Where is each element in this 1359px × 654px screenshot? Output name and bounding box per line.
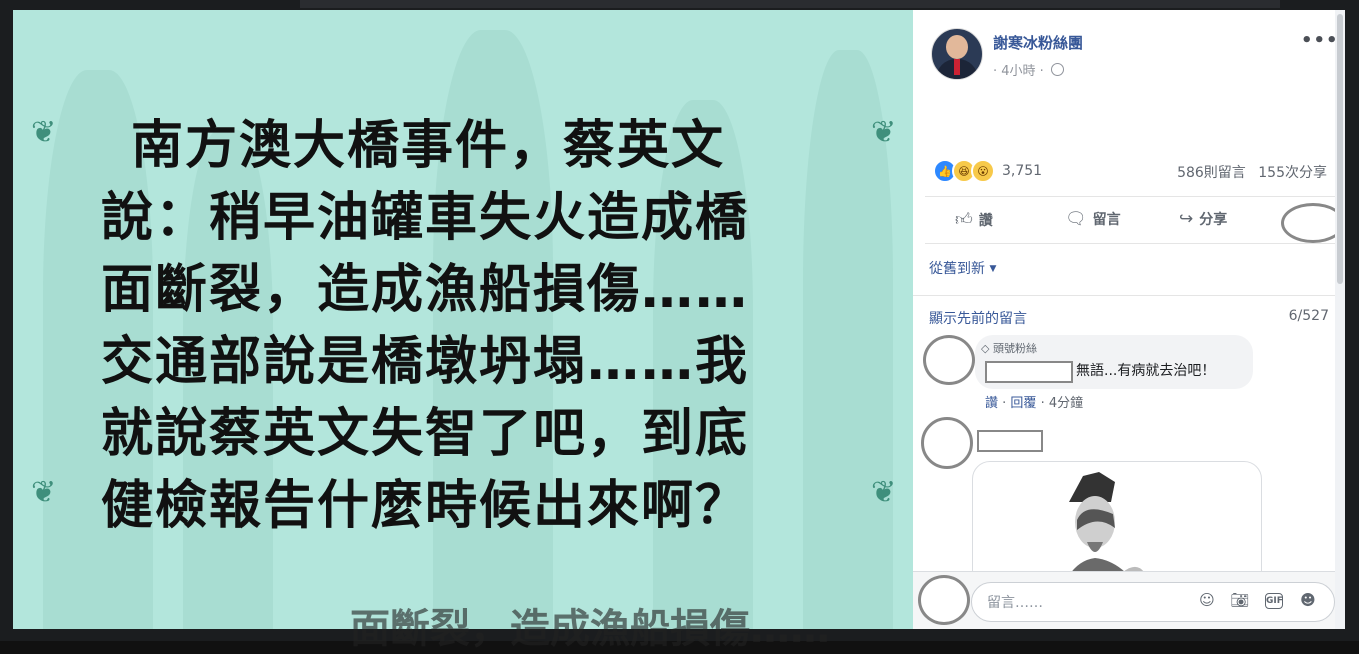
diamond-icon: ◇ — [981, 342, 990, 355]
photo-caption-line: 南方澳大橋事件，蔡英文 — [131, 116, 726, 176]
commenter-avatar[interactable] — [923, 335, 975, 385]
top-fan-badge: ◇ 頭號粉絲 — [981, 340, 1037, 356]
comment-actions: 讚 · 回覆 · 4分鐘 — [985, 396, 1084, 411]
more-options-button[interactable]: ••• — [1301, 30, 1339, 51]
shares-count-link[interactable]: 155次分享 — [1258, 165, 1327, 181]
avatar-tie — [954, 59, 960, 75]
leaf-logo-icon: ❦ — [31, 115, 57, 150]
reaction-summary[interactable]: 👍 😆 😮 3,751 — [933, 159, 1042, 183]
post-photo[interactable]: ❦ ❦ ❦ ❦ 南方澳大橋事件，蔡英文 說：稍早油罐車失火造成橋 面斷裂，造成漁… — [13, 10, 913, 629]
share-button-label: 分享 — [1199, 212, 1228, 228]
like-button[interactable]: 👍︎ 讚 — [955, 209, 993, 230]
comment-icon: 🗨︎ — [1065, 209, 1087, 229]
post-timestamp[interactable]: · 4小時 · — [993, 60, 1064, 79]
camera-icon[interactable]: 📷︎ — [1230, 590, 1250, 610]
post-action-bar: 👍︎ 讚 🗨︎ 留言 ↪ 分享 — [925, 196, 1345, 244]
comment-time[interactable]: 4分鐘 — [1049, 396, 1083, 411]
top-fan-label: 頭號粉絲 — [992, 342, 1037, 355]
comment-counter: 6/527 — [1288, 308, 1329, 324]
background-photo-text: 面斷裂，造成漁船損傷…… — [350, 606, 830, 652]
leaf-logo-icon: ❦ — [871, 475, 897, 510]
post-time[interactable]: · 4小時 · — [993, 64, 1044, 79]
my-avatar — [918, 575, 970, 625]
sticker-icon[interactable]: ☻ — [1298, 590, 1318, 610]
comment-button[interactable]: 🗨︎ 留言 — [1065, 209, 1121, 229]
comments-count-link[interactable]: 586則留言 — [1177, 165, 1246, 181]
photo-caption-line: 說：稍早油罐車失火造成橋 — [101, 188, 750, 248]
like-button-label: 讚 — [978, 212, 993, 229]
scrollbar-thumb[interactable] — [1337, 14, 1343, 284]
photo-caption-line: 健檢報告什麼時候出來啊？ — [101, 476, 750, 536]
commenter-avatar[interactable] — [921, 417, 973, 469]
globe-icon — [1050, 63, 1064, 76]
photo-caption-line: 就說蔡英文失智了吧，到底 — [101, 404, 750, 464]
photo-caption-line: 面斷裂，造成漁船損傷…… — [101, 260, 750, 320]
leaf-logo-icon: ❦ — [871, 115, 897, 150]
leaf-logo-icon: ❦ — [31, 475, 57, 510]
redacted-commenter-name[interactable] — [977, 430, 1043, 452]
caret-down-icon: ▼ — [989, 264, 997, 274]
comment-sort-dropdown[interactable]: 從舊到新 ▼ — [929, 258, 996, 278]
comment-text: 無語...有病就去治吧！ — [1076, 363, 1216, 379]
photo-caption: 南方澳大橋事件，蔡英文 說：稍早油罐車失火造成橋 面斷裂，造成漁船損傷…… 交通… — [101, 110, 841, 542]
comment-button-label: 留言 — [1092, 212, 1121, 228]
photo-caption-line: 交通部說是橋墩坍塌……我 — [101, 332, 750, 392]
redacted-commenter-name[interactable] — [985, 361, 1073, 383]
avatar-face — [946, 35, 968, 59]
page-avatar[interactable] — [931, 28, 983, 80]
reaction-count[interactable]: 3,751 — [1002, 163, 1042, 179]
sort-label: 從舊到新 — [929, 261, 985, 277]
comment-input-placeholder: 留言…… — [987, 595, 1043, 611]
gif-icon[interactable]: GIF — [1265, 593, 1283, 609]
post-stats: 586則留言 155次分享 — [1169, 162, 1327, 182]
share-button[interactable]: ↪ 分享 — [1179, 209, 1227, 229]
post-side-panel: 謝寒冰粉絲團 · 4小時 · ••• 👍 😆 😮 3,751 586則留言 15… — [913, 10, 1345, 629]
divider — [913, 295, 1345, 296]
comment-reply-link[interactable]: 回覆 — [1010, 396, 1036, 411]
view-previous-comments-link[interactable]: 顯示先前的留言 — [929, 308, 1027, 328]
comment-like-link[interactable]: 讚 — [985, 396, 998, 411]
background-feed-strip — [300, 0, 1280, 8]
wow-icon: 😮 — [971, 159, 995, 183]
share-icon: ↪ — [1179, 209, 1194, 229]
emoji-icon[interactable]: ☺ — [1197, 590, 1217, 610]
page-name-link[interactable]: 謝寒冰粉絲團 — [993, 32, 1083, 53]
thumbs-up-icon: 👍︎ — [955, 210, 973, 230]
